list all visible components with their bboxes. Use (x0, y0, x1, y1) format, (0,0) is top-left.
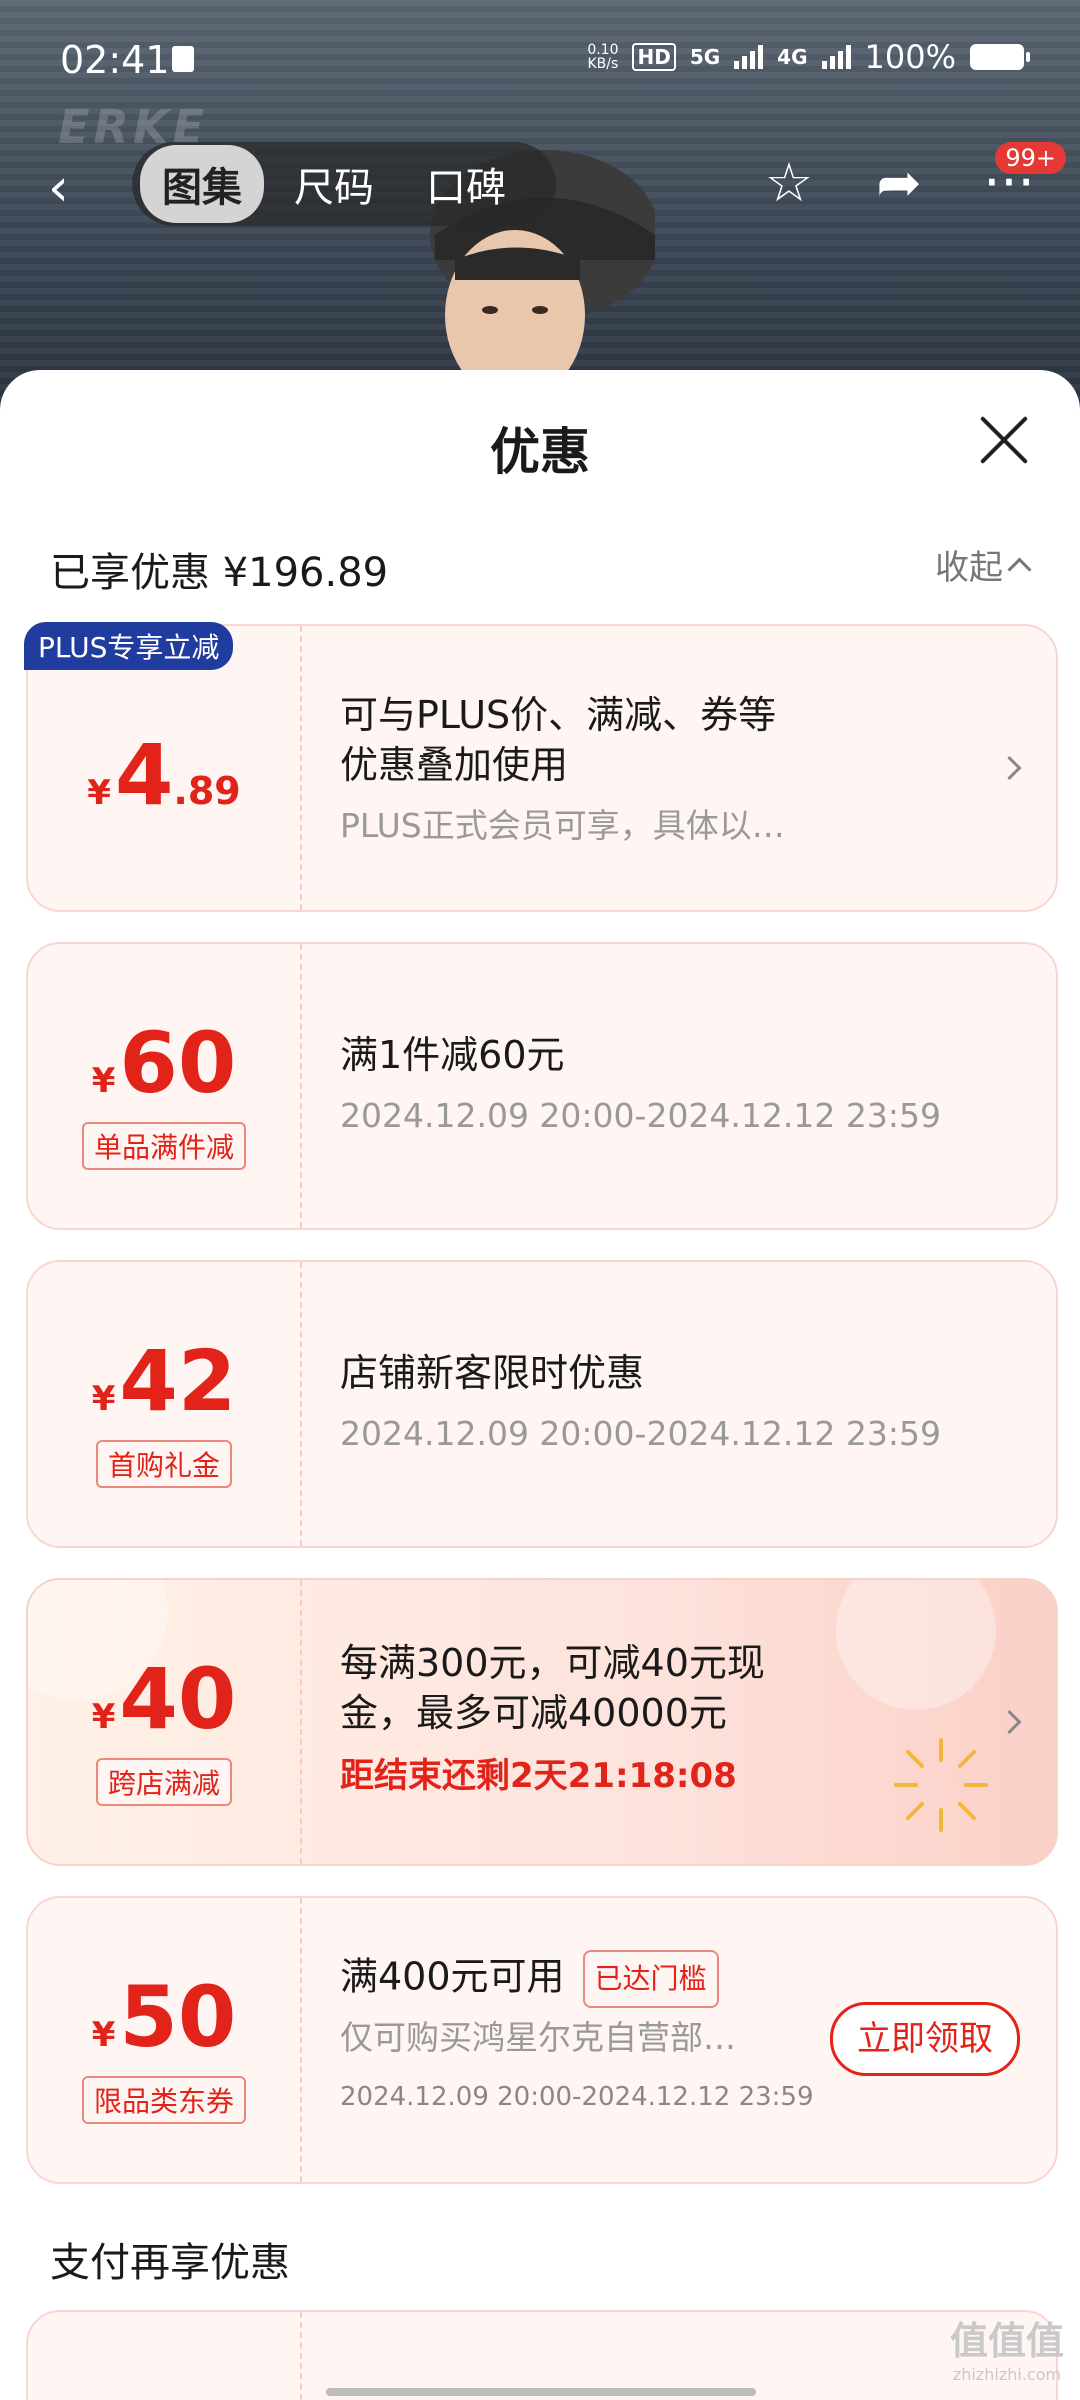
coupon-info: 满1件减60元 2024.12.09 20:00-2024.12.12 23:5… (340, 1030, 976, 1138)
coupon-title-line2: 金，最多可减40000元 (340, 1691, 727, 1735)
coupon-title-line1: 可与PLUS价、满减、券等 (340, 693, 777, 737)
coupon-info: 可与PLUS价、满减、券等 优惠叠加使用 PLUS正式会员可享，具体以… (340, 690, 976, 848)
coupon-amount: ¥50 (28, 1968, 300, 2066)
product-nav-bar: ‹ 图集 尺码 口碑 ☆ ➦ ··· 99+ (0, 140, 1080, 230)
watermark-url: zhizhizhi.com (952, 2365, 1062, 2384)
media-tabs: 图集 尺码 口碑 (132, 142, 556, 226)
amount-decimal: .89 (173, 769, 241, 813)
back-icon[interactable]: ‹ (48, 158, 98, 218)
coupon-amount-area: ¥60 单品满件减 (28, 944, 302, 1228)
battery-percent: 100% (864, 38, 956, 76)
coupon-card-cross-store[interactable]: ¥40 跨店满减 每满300元，可减40元现 金，最多可减40000元 距结束还… (26, 1578, 1058, 1866)
threshold-reached-tag: 已达门槛 (582, 1950, 719, 2008)
plus-badge: PLUS专享立减 (24, 622, 234, 670)
watermark-text: 值值值 (949, 2319, 1064, 2363)
coupon-title-line1: 每满300元，可减40元现 (340, 1641, 765, 1685)
coupon-validity: 2024.12.09 20:00-2024.12.12 23:59 (340, 1414, 941, 1453)
collapse-label: 收起 (935, 548, 1003, 588)
total-discount-summary: 已享优惠 ¥196.89 (50, 550, 389, 596)
amount-integer: 60 (119, 1014, 237, 1112)
sheet-title: 优惠 (490, 423, 590, 481)
amount-integer: 50 (119, 1968, 237, 2066)
amount-integer: 42 (119, 1332, 237, 1430)
coupon-type-tag: 限品类东券 (81, 2076, 247, 2124)
coupon-title: 满400元可用 (340, 1954, 565, 1999)
star-icon[interactable]: ☆ (754, 148, 824, 218)
tab-size[interactable]: 尺码 (272, 145, 396, 223)
net-speed-value: 0.10 (587, 42, 619, 58)
more-icon[interactable]: ··· 99+ (974, 142, 1066, 218)
chevron-up-icon (1007, 557, 1032, 582)
discount-sheet: 优惠 已享优惠 ¥196.89 收起 PLUS专享立减 ¥4.89 可与PLUS… (0, 370, 1080, 2400)
coupon-type-tag: 跨店满减 (95, 1758, 233, 1806)
amount-integer: 40 (119, 1650, 237, 1748)
coupon-amount: ¥40 (28, 1650, 300, 1748)
countdown-timer: 距结束还剩2天21:18:08 (340, 1756, 737, 1796)
coupon-amount-area: ¥50 限品类东券 (28, 1898, 302, 2182)
coupon-title: 满1件减60元 (340, 1033, 565, 1077)
net-speed: 0.10 KB/s (587, 43, 618, 71)
coupon-card-single-item: ¥60 单品满件减 满1件减60元 2024.12.09 20:00-2024.… (26, 942, 1058, 1230)
notification-icon (172, 46, 194, 72)
coupon-card-category: ¥50 限品类东券 满400元可用 已达门槛 仅可购买鸿星尔克自营部… 2024.… (26, 1896, 1058, 2184)
home-indicator[interactable] (326, 2388, 756, 2396)
nav-actions: ☆ ➦ ··· 99+ (754, 142, 1066, 218)
amount-integer: 4 (114, 726, 174, 824)
coupon-type-tag: 首购礼金 (95, 1440, 233, 1488)
coupon-amount-area: ¥42 首购礼金 (28, 1262, 302, 1546)
status-right-group: 0.10 KB/s HD 5G 4G 100% (587, 38, 1030, 76)
coupon-title: 店铺新客限时优惠 (340, 1351, 645, 1395)
net-speed-unit: KB/s (587, 56, 619, 72)
currency-symbol: ¥ (91, 2015, 116, 2055)
coupon-info: 店铺新客限时优惠 2024.12.09 20:00-2024.12.12 23:… (340, 1348, 976, 1456)
coupon-scope: 仅可购买鸿星尔克自营部… (340, 2018, 736, 2057)
currency-symbol: ¥ (91, 1061, 116, 1101)
coupon-validity: 2024.12.09 20:00-2024.12.12 23:59 (340, 1096, 941, 1135)
claim-coupon-button[interactable]: 立即领取 (830, 2002, 1020, 2076)
signal-4g-label: 4G (777, 45, 808, 69)
coupon-info: 满400元可用 已达门槛 仅可购买鸿星尔克自营部… 2024.12.09 20:0… (340, 1950, 826, 2112)
signal-5g-icon (734, 45, 764, 69)
battery-icon (970, 44, 1030, 70)
hd-icon: HD (632, 43, 676, 71)
collapse-button[interactable]: 收起 (935, 540, 1032, 589)
chevron-right-icon (997, 1709, 1022, 1735)
coupon-card-payment (26, 2310, 1058, 2400)
coupon-subtitle: PLUS正式会员可享，具体以… (340, 806, 785, 845)
tab-reviews[interactable]: 口碑 (404, 145, 528, 223)
coupon-amount: ¥42 (28, 1332, 300, 1430)
currency-symbol: ¥ (87, 773, 111, 813)
coupon-card-new-customer: ¥42 首购礼金 店铺新客限时优惠 2024.12.09 20:00-2024.… (26, 1260, 1058, 1548)
currency-symbol: ¥ (91, 1379, 116, 1419)
payment-discount-heading: 支付再享优惠 (50, 2240, 290, 2286)
coupon-info: 每满300元，可减40元现 金，最多可减40000元 距结束还剩2天21:18:… (340, 1638, 976, 1797)
coupon-amount: ¥60 (28, 1014, 300, 1112)
coupon-title-row: 满400元可用 已达门槛 (340, 1950, 826, 2008)
tab-gallery[interactable]: 图集 (140, 145, 264, 223)
coupon-validity: 2024.12.09 20:00-2024.12.12 23:59 (340, 2082, 814, 2112)
coupon-title-line2: 优惠叠加使用 (340, 743, 569, 787)
chevron-right-icon (997, 755, 1022, 781)
coupon-type-tag: 单品满件减 (81, 1122, 247, 1170)
status-bar: 02:41 0.10 KB/s HD 5G 4G 100% (0, 0, 1080, 120)
share-icon[interactable]: ➦ (864, 148, 934, 218)
currency-symbol: ¥ (91, 1697, 116, 1737)
status-time: 02:41 (60, 38, 170, 82)
message-badge: 99+ (995, 142, 1066, 174)
coupon-amount-area: ¥40 跨店满减 (28, 1580, 302, 1864)
close-icon[interactable] (976, 412, 1032, 468)
coupon-amount: ¥4.89 (28, 726, 300, 824)
signal-4g-icon (821, 45, 851, 69)
watermark-logo: 值值值 zhizhizhi.com (950, 2310, 1064, 2384)
signal-5g-label: 5G (689, 45, 721, 69)
coupon-amount-area (28, 2312, 302, 2400)
